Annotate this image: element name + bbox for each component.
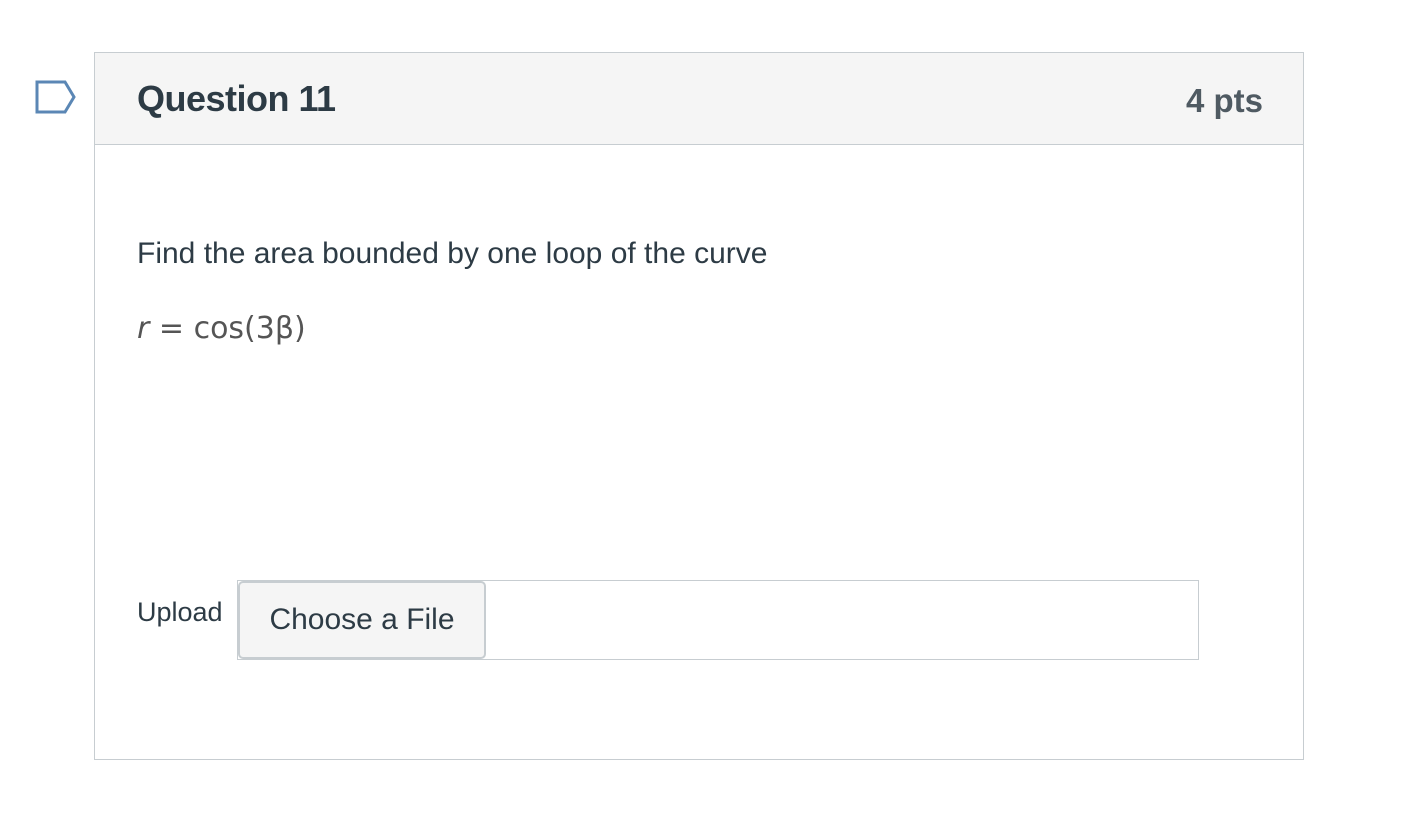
question-points: 4 pts — [1185, 82, 1263, 119]
equation-lhs: r — [137, 311, 150, 346]
flag-question-icon[interactable] — [35, 80, 77, 114]
curve-equation: r = cos(3β) — [137, 309, 306, 349]
choose-file-button[interactable]: Choose a File — [238, 581, 486, 659]
file-upload-field[interactable]: Choose a File — [237, 580, 1199, 660]
question-card: Question 11 4 pts Find the area bounded … — [94, 52, 1304, 760]
question-title: Question 11 — [137, 78, 336, 119]
question-header: Question 11 4 pts — [95, 53, 1303, 145]
equation-equals: = — [158, 311, 185, 346]
equation-rhs: cos(3β) — [193, 311, 306, 346]
upload-label: Upload — [137, 597, 223, 627]
question-text: Find the area bounded by one loop of the… — [137, 237, 768, 270]
